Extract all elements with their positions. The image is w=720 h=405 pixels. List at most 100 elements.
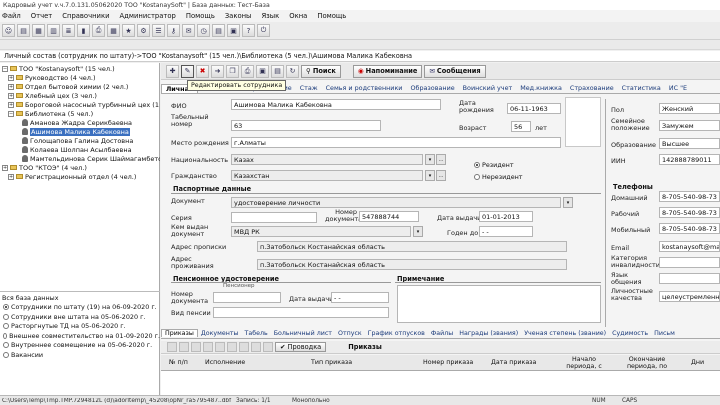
dropdown-icon[interactable]: ▾ [413, 226, 423, 237]
calendar-icon[interactable]: ▥ [47, 24, 60, 37]
document-icon[interactable]: ▦ [32, 24, 45, 37]
expand-icon[interactable]: + [8, 83, 14, 90]
resident-radio[interactable]: Резидент [471, 160, 514, 170]
pension-type-field[interactable] [213, 307, 389, 318]
tree-node-library[interactable]: − Библиотека (5 чел.) [8, 109, 93, 118]
expand-icon[interactable]: + [8, 92, 14, 99]
radio-icon[interactable] [3, 332, 8, 339]
issue-date-field[interactable]: 01-01-2013 [479, 211, 533, 222]
col-period-start[interactable]: Начало периода, с [559, 356, 609, 371]
iin-field[interactable]: 142888789011 [659, 154, 720, 165]
menu-help[interactable]: Помощь [186, 12, 215, 20]
pension-date-field[interactable]: - - [331, 292, 389, 303]
col-order-date[interactable]: Дата приказа [491, 359, 536, 367]
card-icon[interactable]: ▤ [271, 64, 284, 78]
filter-external[interactable]: Внешнее совместительство на 01-09-2020 г… [0, 331, 160, 341]
radio-icon[interactable] [3, 351, 9, 358]
tab-degree[interactable]: Ученая степень (звание) [521, 330, 609, 337]
help-icon[interactable]: ? [242, 24, 255, 37]
delete-icon[interactable] [191, 342, 201, 352]
document-field[interactable]: удостоверение личности [231, 197, 561, 208]
key-icon[interactable]: ⚷ [167, 24, 180, 37]
expand-icon[interactable]: + [2, 164, 8, 171]
filter-nonstaff[interactable]: Сотрудники вне штата на 05-06-2020 г. [0, 312, 160, 322]
radio-icon[interactable] [3, 342, 9, 349]
up-icon[interactable] [203, 342, 213, 352]
education-field[interactable]: Высшее [659, 138, 720, 149]
award-icon[interactable]: ★ [122, 24, 135, 37]
marital-field[interactable]: Замужем [659, 120, 720, 131]
tabnum-field[interactable]: 63 [231, 120, 381, 131]
dropdown-icon[interactable]: ▾ [563, 197, 573, 208]
expand-icon[interactable]: + [8, 173, 14, 180]
filter-staff[interactable]: Сотрудники по штату (19) на 06-09-2020 г… [0, 303, 160, 313]
tree-node-bakery[interactable]: + Хлебный цех (3 чел.) [8, 91, 97, 100]
tab-vacation-schedule[interactable]: График отпусков [365, 330, 428, 337]
ellipsis-icon[interactable]: … [436, 154, 446, 165]
col-period-end[interactable]: Окончание периода, по [617, 356, 677, 371]
valid-until-field[interactable]: - - [479, 226, 533, 237]
birthdate-field[interactable]: 06-11-1963 [507, 103, 561, 114]
print-icon[interactable]: ⎙ [92, 24, 105, 37]
refresh-icon[interactable]: ↻ [286, 64, 299, 78]
lock-icon[interactable]: ▣ [227, 24, 240, 37]
tree-node-management[interactable]: + Руководство (4 чел.) [8, 73, 96, 82]
menu-admin[interactable]: Администратор [119, 12, 175, 20]
tab-vacation[interactable]: Отпуск [335, 330, 365, 337]
add-icon[interactable] [167, 342, 177, 352]
tab-conviction[interactable]: Судимость [609, 330, 651, 337]
tree-node-turbine[interactable]: +Бороговой насосный турбинный цех (1 чел… [8, 100, 160, 109]
refresh-icon[interactable] [263, 342, 273, 352]
filter-internal[interactable]: Внутреннее совмещение на 05-06-2020 г. [0, 341, 160, 351]
citizenship-field[interactable]: Казахстан [231, 170, 423, 181]
nationality-field[interactable]: Казах [231, 154, 423, 165]
table-icon[interactable]: ▦ [107, 24, 120, 37]
col-order-type[interactable]: Тип приказа [311, 359, 352, 367]
reminder-button[interactable]: ◉ Напоминание [352, 64, 423, 78]
col-execution[interactable]: Исполнение [205, 359, 245, 367]
doc-number-field[interactable]: 547888744 [359, 211, 419, 222]
delete-icon[interactable]: ✖ [196, 64, 209, 78]
filter-all[interactable]: Вся база данных [0, 293, 160, 303]
folder-icon[interactable]: ▤ [17, 24, 30, 37]
pensioner-checkbox[interactable]: Пенсионер [223, 283, 255, 289]
col-number[interactable]: № п/п [169, 359, 188, 367]
radio-icon[interactable] [3, 304, 9, 311]
tab-orders[interactable]: Приказы [161, 329, 198, 337]
tree-node-registration[interactable]: + Регистрационный отдел (4 чел.) [8, 172, 136, 181]
print-icon[interactable]: ⎙ [241, 64, 254, 78]
tab-insurance[interactable]: Страхование [566, 84, 618, 92]
gender-field[interactable]: Женский [659, 103, 720, 114]
menu-windows[interactable]: Окна [289, 12, 307, 20]
quality-field[interactable]: целеустремленн [659, 291, 720, 302]
series-field[interactable] [231, 212, 317, 223]
ellipsis-icon[interactable]: … [436, 170, 446, 181]
mobile-phone-field[interactable]: 8-705-540-98-73 [659, 223, 720, 234]
save-icon[interactable]: ▣ [256, 64, 269, 78]
tree-node-employee[interactable]: Колаева Шолпан Асылбаевна [22, 145, 132, 154]
edit-icon[interactable]: ✎ [181, 64, 194, 78]
expand-icon[interactable]: + [8, 101, 14, 108]
tree-node-employee-selected[interactable]: Ашимова Малика Кабековна [22, 127, 130, 136]
print-icon[interactable] [239, 342, 249, 352]
language-field[interactable] [659, 273, 720, 284]
disability-field[interactable] [659, 257, 720, 268]
tab-statistics[interactable]: Статистика [618, 84, 665, 92]
fio-field[interactable]: Ашимова Малика Кабековна [231, 99, 441, 110]
expand-icon[interactable]: + [8, 74, 14, 81]
home-phone-field[interactable]: 8-705-540-98-73 [659, 191, 720, 202]
post-button[interactable]: ✔ Проводка [275, 342, 327, 352]
arrow-icon[interactable]: ➜ [211, 64, 224, 78]
tab-files[interactable]: Файлы [428, 330, 456, 337]
report-icon[interactable]: ≣ [62, 24, 75, 37]
tree-node-chemicals[interactable]: + Отдел бытовой химии (2 чел.) [8, 82, 128, 91]
settings-icon[interactable]: ⚙ [137, 24, 150, 37]
tree-node-ktoe[interactable]: + ТОО "КТОЭ" (4 чел.) [2, 163, 87, 172]
issuer-field[interactable]: МВД РК [231, 226, 411, 237]
tab-letters[interactable]: Письм [651, 330, 678, 337]
collapse-icon[interactable]: − [2, 65, 8, 72]
filter-terminated[interactable]: Расторгнутые ТД на 05-06-2020 г. [0, 322, 160, 332]
radio-icon[interactable] [474, 161, 480, 168]
nonresident-radio[interactable]: Нерезидент [471, 172, 523, 182]
note-field[interactable] [397, 285, 601, 323]
